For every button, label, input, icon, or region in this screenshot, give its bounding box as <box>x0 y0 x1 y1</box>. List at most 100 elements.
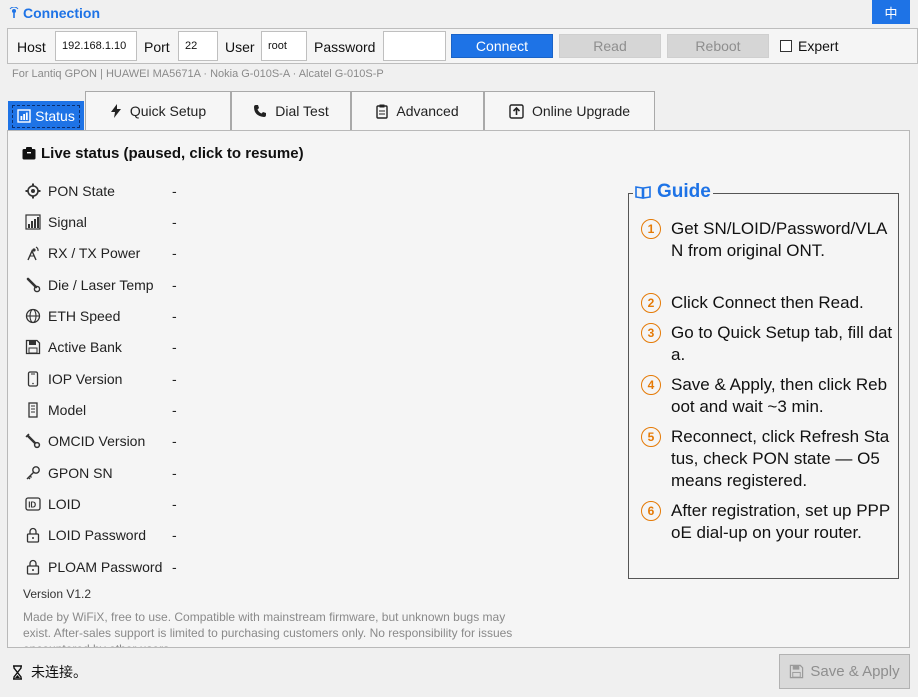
tab-online-upgrade-label: Online Upgrade <box>531 103 631 119</box>
tab-status[interactable]: Status <box>8 101 84 131</box>
signal-icon <box>24 213 42 231</box>
status-row-loid: ID LOID - <box>24 493 177 515</box>
status-row-active-bank: Active Bank - <box>24 336 177 358</box>
status-row-gpon-sn: GPON SN - <box>24 462 177 484</box>
password-input[interactable] <box>383 31 446 61</box>
tab-quick-setup-label: Quick Setup <box>129 103 207 119</box>
status-value: - <box>172 402 177 418</box>
lock-icon <box>24 526 42 544</box>
thermometer-icon <box>24 276 42 294</box>
step-number: 4 <box>641 375 661 395</box>
guide-title: Guide <box>633 181 713 203</box>
connect-button[interactable]: Connect <box>451 34 553 58</box>
step-text: Go to Quick Setup tab, fill data. <box>671 323 893 364</box>
status-row-omcid-version: OMCID Version - <box>24 430 177 452</box>
status-row-loid-password: LOID Password - <box>24 524 177 546</box>
status-label: Die / Laser Temp <box>48 277 154 293</box>
status-value: - <box>172 277 177 293</box>
read-button[interactable]: Read <box>559 34 661 58</box>
connection-title: Connection <box>9 5 100 21</box>
phone-icon <box>253 104 267 118</box>
guide-step: 1 Get SN/LOID/Password/VLAN from origina… <box>641 218 893 262</box>
status-label: Active Bank <box>48 339 122 355</box>
connection-title-text: Connection <box>23 5 100 21</box>
status-value: - <box>172 214 177 230</box>
step-text: Reconnect, click Refresh Status, check P… <box>671 427 890 490</box>
status-label: GPON SN <box>48 465 113 481</box>
wrench-icon <box>24 432 42 450</box>
connection-status: 未连接。 <box>12 662 87 682</box>
antenna-icon <box>24 244 42 262</box>
step-number: 2 <box>641 293 661 313</box>
clipboard-icon <box>376 104 389 119</box>
svg-text:ID: ID <box>28 501 36 510</box>
status-label: LOID Password <box>48 527 147 543</box>
tab-advanced-label: Advanced <box>396 103 459 119</box>
tab-dial-test-label: Dial Test <box>275 103 329 119</box>
status-value: - <box>172 245 177 261</box>
status-row-eth-speed: ETH Speed - <box>24 305 177 327</box>
lightning-icon <box>110 104 122 118</box>
focus-ring <box>12 105 80 128</box>
pause-icon <box>22 147 36 160</box>
floppy-icon <box>789 664 804 679</box>
tab-quick-setup[interactable]: Quick Setup <box>85 91 231 130</box>
step-number: 5 <box>641 427 661 447</box>
status-label: IOP Version <box>48 371 123 387</box>
status-value: - <box>172 308 177 324</box>
step-text: Get SN/LOID/Password/VLAN from original … <box>671 219 888 260</box>
tab-advanced[interactable]: Advanced <box>351 91 484 130</box>
guide-title-text: Guide <box>657 181 711 202</box>
step-number: 3 <box>641 323 661 343</box>
device-icon <box>24 401 42 419</box>
status-row-signal: Signal - <box>24 211 177 233</box>
disclaimer-text: Made by WiFiX, free to use. Compatible w… <box>23 610 513 647</box>
save-apply-button[interactable]: Save & Apply <box>779 654 910 689</box>
phone-device-icon <box>24 370 42 388</box>
key-icon <box>24 464 42 482</box>
connection-status-text: 未连接。 <box>31 664 87 680</box>
status-label: LOID <box>48 496 81 512</box>
hourglass-icon <box>12 664 23 680</box>
status-value: - <box>172 465 177 481</box>
status-label: PON State <box>48 183 115 199</box>
user-label: User <box>225 39 255 55</box>
language-toggle-button[interactable]: 中 <box>872 0 910 24</box>
guide-step: 4 Save & Apply, then click Reboot and wa… <box>641 374 893 418</box>
status-row-die-laser-temp: Die / Laser Temp - <box>24 274 177 296</box>
antenna-icon <box>9 7 19 19</box>
status-label: OMCID Version <box>48 433 146 449</box>
status-row-model: Model - <box>24 399 177 421</box>
status-label: Model <box>48 402 87 418</box>
password-label: Password <box>314 39 376 55</box>
status-value: - <box>172 559 177 575</box>
globe-icon <box>24 307 42 325</box>
status-row-pon-state: PON State - <box>24 180 177 202</box>
status-value: - <box>172 183 177 199</box>
port-input[interactable]: 22 <box>178 31 218 61</box>
guide-step: 6 After registration, set up PPPoE dial-… <box>641 500 893 544</box>
step-text: Click Connect then Read. <box>671 293 864 312</box>
status-value: - <box>172 339 177 355</box>
status-row-rx-tx-power: RX / TX Power - <box>24 242 177 264</box>
live-status-label: Live status (paused, click to resume) <box>41 145 304 162</box>
tab-dial-test[interactable]: Dial Test <box>231 91 351 130</box>
status-label: Signal <box>48 214 87 230</box>
status-value: - <box>172 496 177 512</box>
tab-online-upgrade[interactable]: Online Upgrade <box>484 91 655 130</box>
live-status-toggle[interactable]: Live status (paused, click to resume) <box>22 145 304 162</box>
step-text: Save & Apply, then click Reboot and wait… <box>671 375 888 416</box>
status-value: - <box>172 433 177 449</box>
expert-checkbox[interactable] <box>780 40 792 52</box>
expert-checkbox-group[interactable]: Expert <box>780 38 838 54</box>
reboot-button[interactable]: Reboot <box>667 34 769 58</box>
guide-step: 5 Reconnect, click Refresh Status, check… <box>641 426 893 492</box>
save-apply-label: Save & Apply <box>810 663 900 680</box>
version-label: Version V1.2 <box>23 587 92 601</box>
step-number: 1 <box>641 219 661 239</box>
user-input[interactable]: root <box>261 31 307 61</box>
step-number: 6 <box>641 501 661 521</box>
host-input[interactable]: 192.168.1.10 <box>55 31 137 61</box>
guide-step: 3 Go to Quick Setup tab, fill data. <box>641 322 893 366</box>
status-panel: Live status (paused, click to resume) PO… <box>7 130 910 648</box>
